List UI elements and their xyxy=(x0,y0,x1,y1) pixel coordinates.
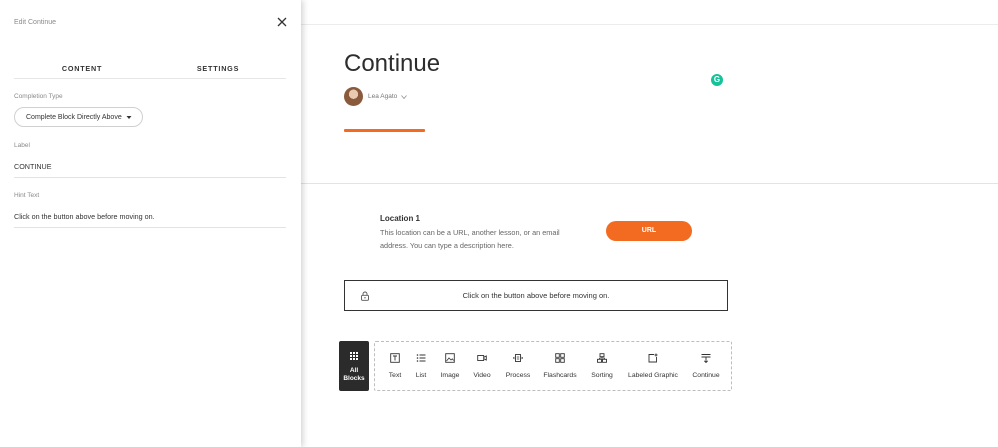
block-labeled-graphic-label: Labeled Graphic xyxy=(628,372,678,379)
block-sorting-label: Sorting xyxy=(591,372,613,379)
section-divider xyxy=(301,183,998,184)
block-video-label: Video xyxy=(473,372,491,379)
completion-type-select[interactable]: Complete Block Directly Above xyxy=(14,107,143,127)
label-input[interactable]: CONTINUE xyxy=(14,162,286,178)
edit-panel: Edit Continue CONTENT SETTINGS Completio… xyxy=(0,0,301,447)
block-list-label: List xyxy=(415,372,427,379)
process-icon xyxy=(513,354,523,362)
location-description: This location can be a URL, another less… xyxy=(380,228,560,250)
close-button[interactable] xyxy=(276,16,288,28)
author-name[interactable]: Lea Agato xyxy=(368,93,397,100)
close-icon xyxy=(277,17,287,27)
block-image[interactable]: Image xyxy=(436,342,464,390)
block-continue-label: Continue xyxy=(692,372,720,379)
video-icon xyxy=(477,355,487,361)
continue-block[interactable]: Click on the button above before moving … xyxy=(344,280,728,311)
hint-text-input[interactable]: Click on the button above before moving … xyxy=(14,212,286,228)
completion-type-label: Completion Type xyxy=(14,93,63,100)
lesson-title: Continue xyxy=(344,50,441,77)
completion-type-value: Complete Block Directly Above xyxy=(26,113,122,121)
sorting-icon xyxy=(597,353,607,363)
grammarly-icon[interactable]: G xyxy=(711,74,723,86)
all-blocks-label: All Blocks xyxy=(343,367,365,382)
page: Edit Continue CONTENT SETTINGS Completio… xyxy=(0,0,998,447)
block-flashcards[interactable]: Flashcards xyxy=(541,342,579,390)
flashcards-icon xyxy=(555,353,565,363)
tabs-divider xyxy=(14,78,286,79)
url-button[interactable]: URL xyxy=(606,221,692,241)
block-text-label: Text xyxy=(388,372,402,379)
label-field-label: Label xyxy=(14,142,30,149)
panel-title: Edit Continue xyxy=(14,19,57,26)
block-process-label: Process xyxy=(505,372,531,379)
chevron-down-icon xyxy=(126,116,132,119)
location-title: Location 1 xyxy=(380,214,421,223)
block-flashcards-label: Flashcards xyxy=(543,372,577,379)
block-toolbar: Text List Image Video Process Flashcards… xyxy=(374,341,732,391)
grid-icon xyxy=(350,352,358,360)
continue-hint-text: Click on the button above before moving … xyxy=(462,291,610,300)
tab-settings[interactable]: SETTINGS xyxy=(150,64,286,79)
block-sorting[interactable]: Sorting xyxy=(587,342,617,390)
block-video[interactable]: Video xyxy=(468,342,496,390)
title-accent-bar xyxy=(344,129,425,132)
text-block-icon xyxy=(390,353,400,363)
block-image-label: Image xyxy=(440,372,460,379)
hint-text-label: Hint Text xyxy=(14,192,40,199)
avatar xyxy=(344,87,363,106)
list-icon xyxy=(416,354,426,362)
image-icon xyxy=(445,353,455,363)
all-blocks-button[interactable]: All Blocks xyxy=(339,341,369,391)
block-list[interactable]: List xyxy=(410,342,432,390)
header-divider xyxy=(301,24,998,25)
block-continue[interactable]: Continue xyxy=(688,342,724,390)
tab-content[interactable]: CONTENT xyxy=(14,64,150,79)
labeled-graphic-icon xyxy=(648,353,658,363)
block-process[interactable]: Process xyxy=(502,342,534,390)
block-labeled-graphic[interactable]: Labeled Graphic xyxy=(624,342,682,390)
continue-icon xyxy=(701,354,711,363)
author-chevron-down-icon[interactable] xyxy=(401,95,407,99)
block-text[interactable]: Text xyxy=(379,342,411,390)
